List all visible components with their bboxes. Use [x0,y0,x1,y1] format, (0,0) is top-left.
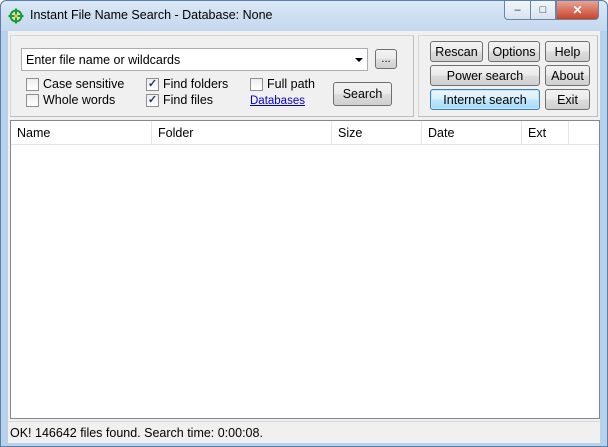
app-window: Instant File Name Search - Database: Non… [0,0,608,447]
window-title: Instant File Name Search - Database: Non… [30,8,273,22]
rescan-button[interactable]: Rescan [430,41,483,62]
checkbox-label: Full path [267,77,315,91]
checkbox-box[interactable] [250,77,263,91]
browse-button[interactable]: ... [375,49,397,69]
column-header-folder[interactable]: Folder [152,121,332,145]
find-folders-checkbox[interactable]: ✓ Find folders [146,77,228,91]
whole-words-checkbox[interactable]: Whole words [26,93,115,107]
checkbox-box[interactable] [26,77,39,91]
internet-search-button[interactable]: Internet search [430,89,540,110]
checkbox-box[interactable] [26,93,39,107]
check-icon[interactable]: ✓ [146,77,159,91]
full-path-checkbox[interactable]: Full path [250,77,315,91]
checkbox-label: Whole words [43,93,116,107]
column-header-date[interactable]: Date [422,121,522,145]
power-search-button[interactable]: Power search [430,65,540,86]
checkbox-label: Find files [163,93,214,107]
results-list[interactable]: Name Folder Size Date Ext [10,120,600,419]
maximize-button[interactable]: □ [530,1,556,20]
status-bar: OK! 146642 files found. Search time: 0:0… [8,421,600,443]
column-header-name[interactable]: Name [11,121,152,145]
title-bar[interactable]: Instant File Name Search - Database: Non… [1,1,607,31]
chevron-down-icon[interactable] [355,58,363,62]
about-button[interactable]: About [545,65,590,86]
search-input-text: Enter file name or wildcards [26,53,181,67]
check-icon[interactable]: ✓ [146,93,159,107]
find-files-checkbox[interactable]: ✓ Find files [146,93,213,107]
case-sensitive-checkbox[interactable]: Case sensitive [26,77,124,91]
search-input[interactable]: Enter file name or wildcards [21,48,368,71]
search-button[interactable]: Search [333,82,392,106]
exit-button[interactable]: Exit [545,89,590,110]
results-header: Name Folder Size Date Ext [11,121,599,145]
search-panel: Enter file name or wildcards ... Case se… [10,35,414,117]
options-button[interactable]: Options [488,41,540,62]
window-controls: – □ ✕ [504,1,599,21]
databases-link[interactable]: Databases [250,95,305,107]
column-header-ext[interactable]: Ext [522,121,569,145]
crosshair-app-icon [8,8,24,24]
column-header-size[interactable]: Size [332,121,422,145]
close-button[interactable]: ✕ [556,1,599,20]
minimize-button[interactable]: – [504,1,530,20]
checkbox-label: Case sensitive [43,77,125,91]
checkbox-label: Find folders [163,77,229,91]
status-text: OK! 146642 files found. Search time: 0:0… [10,426,263,440]
client-area: Enter file name or wildcards ... Case se… [8,31,600,443]
actions-panel: Rescan Options Help Power search About I… [418,35,598,117]
help-button[interactable]: Help [545,41,590,62]
